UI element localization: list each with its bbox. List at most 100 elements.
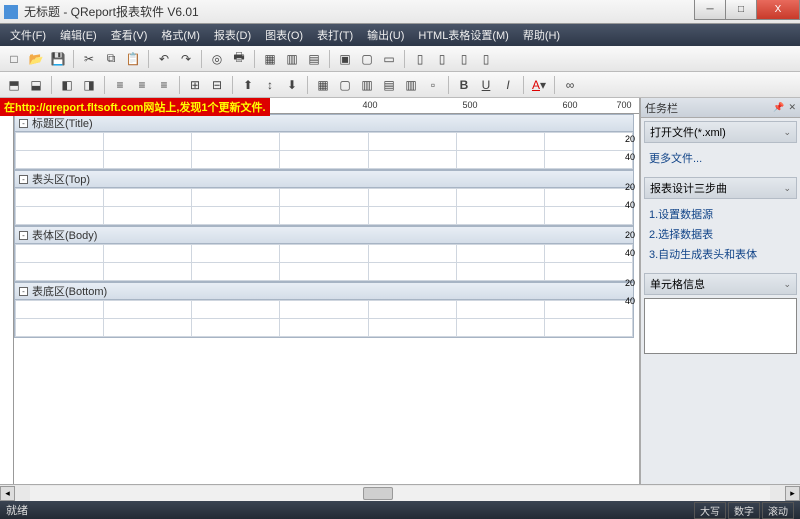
scroll-left-icon[interactable]: ◂ xyxy=(0,486,15,501)
toggle-icon[interactable]: - xyxy=(19,175,28,184)
cell[interactable] xyxy=(456,189,544,207)
cell[interactable] xyxy=(368,319,456,337)
cell[interactable] xyxy=(456,151,544,169)
underline-icon[interactable]: U xyxy=(476,75,496,95)
cell[interactable] xyxy=(456,207,544,225)
export3-icon[interactable]: ▯ xyxy=(454,49,474,69)
cell[interactable] xyxy=(192,245,280,263)
scroll-thumb[interactable] xyxy=(363,487,393,500)
border-in-icon[interactable]: ▥ xyxy=(357,75,377,95)
cell[interactable] xyxy=(16,151,104,169)
menu-edit[interactable]: 编辑(E) xyxy=(54,25,103,45)
cell[interactable] xyxy=(544,263,632,281)
paste-icon[interactable]: 📋 xyxy=(123,49,143,69)
cell[interactable] xyxy=(280,245,368,263)
cell[interactable] xyxy=(368,301,456,319)
cell[interactable] xyxy=(192,189,280,207)
section-body[interactable] xyxy=(14,244,634,282)
print-icon[interactable]: 🖶 xyxy=(229,49,249,69)
taskpane-design-header[interactable]: 报表设计三步曲⌄ xyxy=(644,177,797,199)
barcode-icon[interactable]: ▭ xyxy=(379,49,399,69)
cell[interactable] xyxy=(456,319,544,337)
open-icon[interactable]: 📂 xyxy=(26,49,46,69)
cell[interactable] xyxy=(16,133,104,151)
valign-mid-icon[interactable]: ↕ xyxy=(260,75,280,95)
insert-row-above-icon[interactable]: ⬒ xyxy=(4,75,24,95)
export4-icon[interactable]: ▯ xyxy=(476,49,496,69)
minimize-button[interactable]: ─ xyxy=(694,0,726,20)
preview-icon[interactable]: ◎ xyxy=(207,49,227,69)
cell[interactable] xyxy=(16,263,104,281)
valign-top-icon[interactable]: ⬆ xyxy=(238,75,258,95)
section-header[interactable]: -表底区(Bottom) xyxy=(14,282,634,300)
toggle-icon[interactable]: - xyxy=(19,231,28,240)
taskpane-more-files[interactable]: 更多文件... xyxy=(649,148,792,168)
undo-icon[interactable]: ↶ xyxy=(154,49,174,69)
cell[interactable] xyxy=(544,245,632,263)
cell[interactable] xyxy=(104,319,192,337)
new-icon[interactable]: □ xyxy=(4,49,24,69)
border-v-icon[interactable]: ▥ xyxy=(401,75,421,95)
toggle-icon[interactable]: - xyxy=(19,119,28,128)
cell[interactable] xyxy=(368,207,456,225)
grid-icon[interactable]: ▦ xyxy=(260,49,280,69)
taskpane-close-icon[interactable]: ✕ xyxy=(788,102,796,113)
border-none-icon[interactable]: ▫ xyxy=(423,75,443,95)
toggle-icon[interactable]: - xyxy=(19,287,28,296)
menu-html[interactable]: HTML表格设置(M) xyxy=(412,25,514,45)
cell[interactable] xyxy=(104,301,192,319)
cell[interactable] xyxy=(544,301,632,319)
taskpane-step1[interactable]: 1.设置数据源 xyxy=(649,204,792,224)
section-header[interactable]: -标题区(Title) xyxy=(14,114,634,132)
cell[interactable] xyxy=(104,151,192,169)
border-out-icon[interactable]: ▢ xyxy=(335,75,355,95)
insert-row-below-icon[interactable]: ⬓ xyxy=(26,75,46,95)
close-button[interactable]: X xyxy=(756,0,800,20)
cell[interactable] xyxy=(368,189,456,207)
split-icon[interactable]: ⊟ xyxy=(207,75,227,95)
cell[interactable] xyxy=(544,151,632,169)
cell[interactable] xyxy=(104,207,192,225)
export-icon[interactable]: ▯ xyxy=(410,49,430,69)
col-icon[interactable]: ▥ xyxy=(282,49,302,69)
taskpane-openfiles-header[interactable]: 打开文件(*.xml)⌄ xyxy=(644,121,797,143)
insert-col-left-icon[interactable]: ◧ xyxy=(57,75,77,95)
cell[interactable] xyxy=(544,189,632,207)
taskpane-cellinfo-header[interactable]: 单元格信息⌄ xyxy=(644,273,797,295)
section-header[interactable]: -表体区(Body) xyxy=(14,226,634,244)
border-h-icon[interactable]: ▤ xyxy=(379,75,399,95)
cell[interactable] xyxy=(280,319,368,337)
cell[interactable] xyxy=(544,319,632,337)
cell[interactable] xyxy=(280,151,368,169)
align-right-icon[interactable]: ≡ xyxy=(154,75,174,95)
canvas-scroll[interactable]: -标题区(Title)-表头区(Top)-表体区(Body)-表底区(Botto… xyxy=(14,114,639,484)
cell[interactable] xyxy=(16,301,104,319)
chart-icon[interactable]: ▣ xyxy=(335,49,355,69)
update-notice[interactable]: 在http://qreport.fltsoft.com网站上,发现1个更新文件. xyxy=(0,98,270,116)
cell[interactable] xyxy=(456,301,544,319)
section-body[interactable] xyxy=(14,188,634,226)
taskpane-step2[interactable]: 2.选择数据表 xyxy=(649,224,792,244)
insert-col-right-icon[interactable]: ◨ xyxy=(79,75,99,95)
bold-icon[interactable]: B xyxy=(454,75,474,95)
taskpane-step3[interactable]: 3.自动生成表头和表体 xyxy=(649,244,792,264)
menu-output[interactable]: 输出(U) xyxy=(361,25,410,45)
cell[interactable] xyxy=(280,133,368,151)
menu-chart[interactable]: 图表(O) xyxy=(259,25,309,45)
menu-report[interactable]: 报表(D) xyxy=(208,25,257,45)
font-color-icon[interactable]: A▾ xyxy=(529,75,549,95)
section-body[interactable] xyxy=(14,132,634,170)
cell[interactable] xyxy=(192,133,280,151)
cell[interactable] xyxy=(192,151,280,169)
cell[interactable] xyxy=(16,189,104,207)
cell[interactable] xyxy=(280,263,368,281)
row-icon[interactable]: ▤ xyxy=(304,49,324,69)
valign-bot-icon[interactable]: ⬇ xyxy=(282,75,302,95)
menu-view[interactable]: 查看(V) xyxy=(105,25,154,45)
cell[interactable] xyxy=(368,151,456,169)
menu-format[interactable]: 格式(M) xyxy=(155,25,206,45)
scroll-track[interactable] xyxy=(30,486,770,501)
cell[interactable] xyxy=(368,263,456,281)
cell[interactable] xyxy=(16,245,104,263)
taskpane-pin-icon[interactable]: 📌 xyxy=(773,102,784,113)
